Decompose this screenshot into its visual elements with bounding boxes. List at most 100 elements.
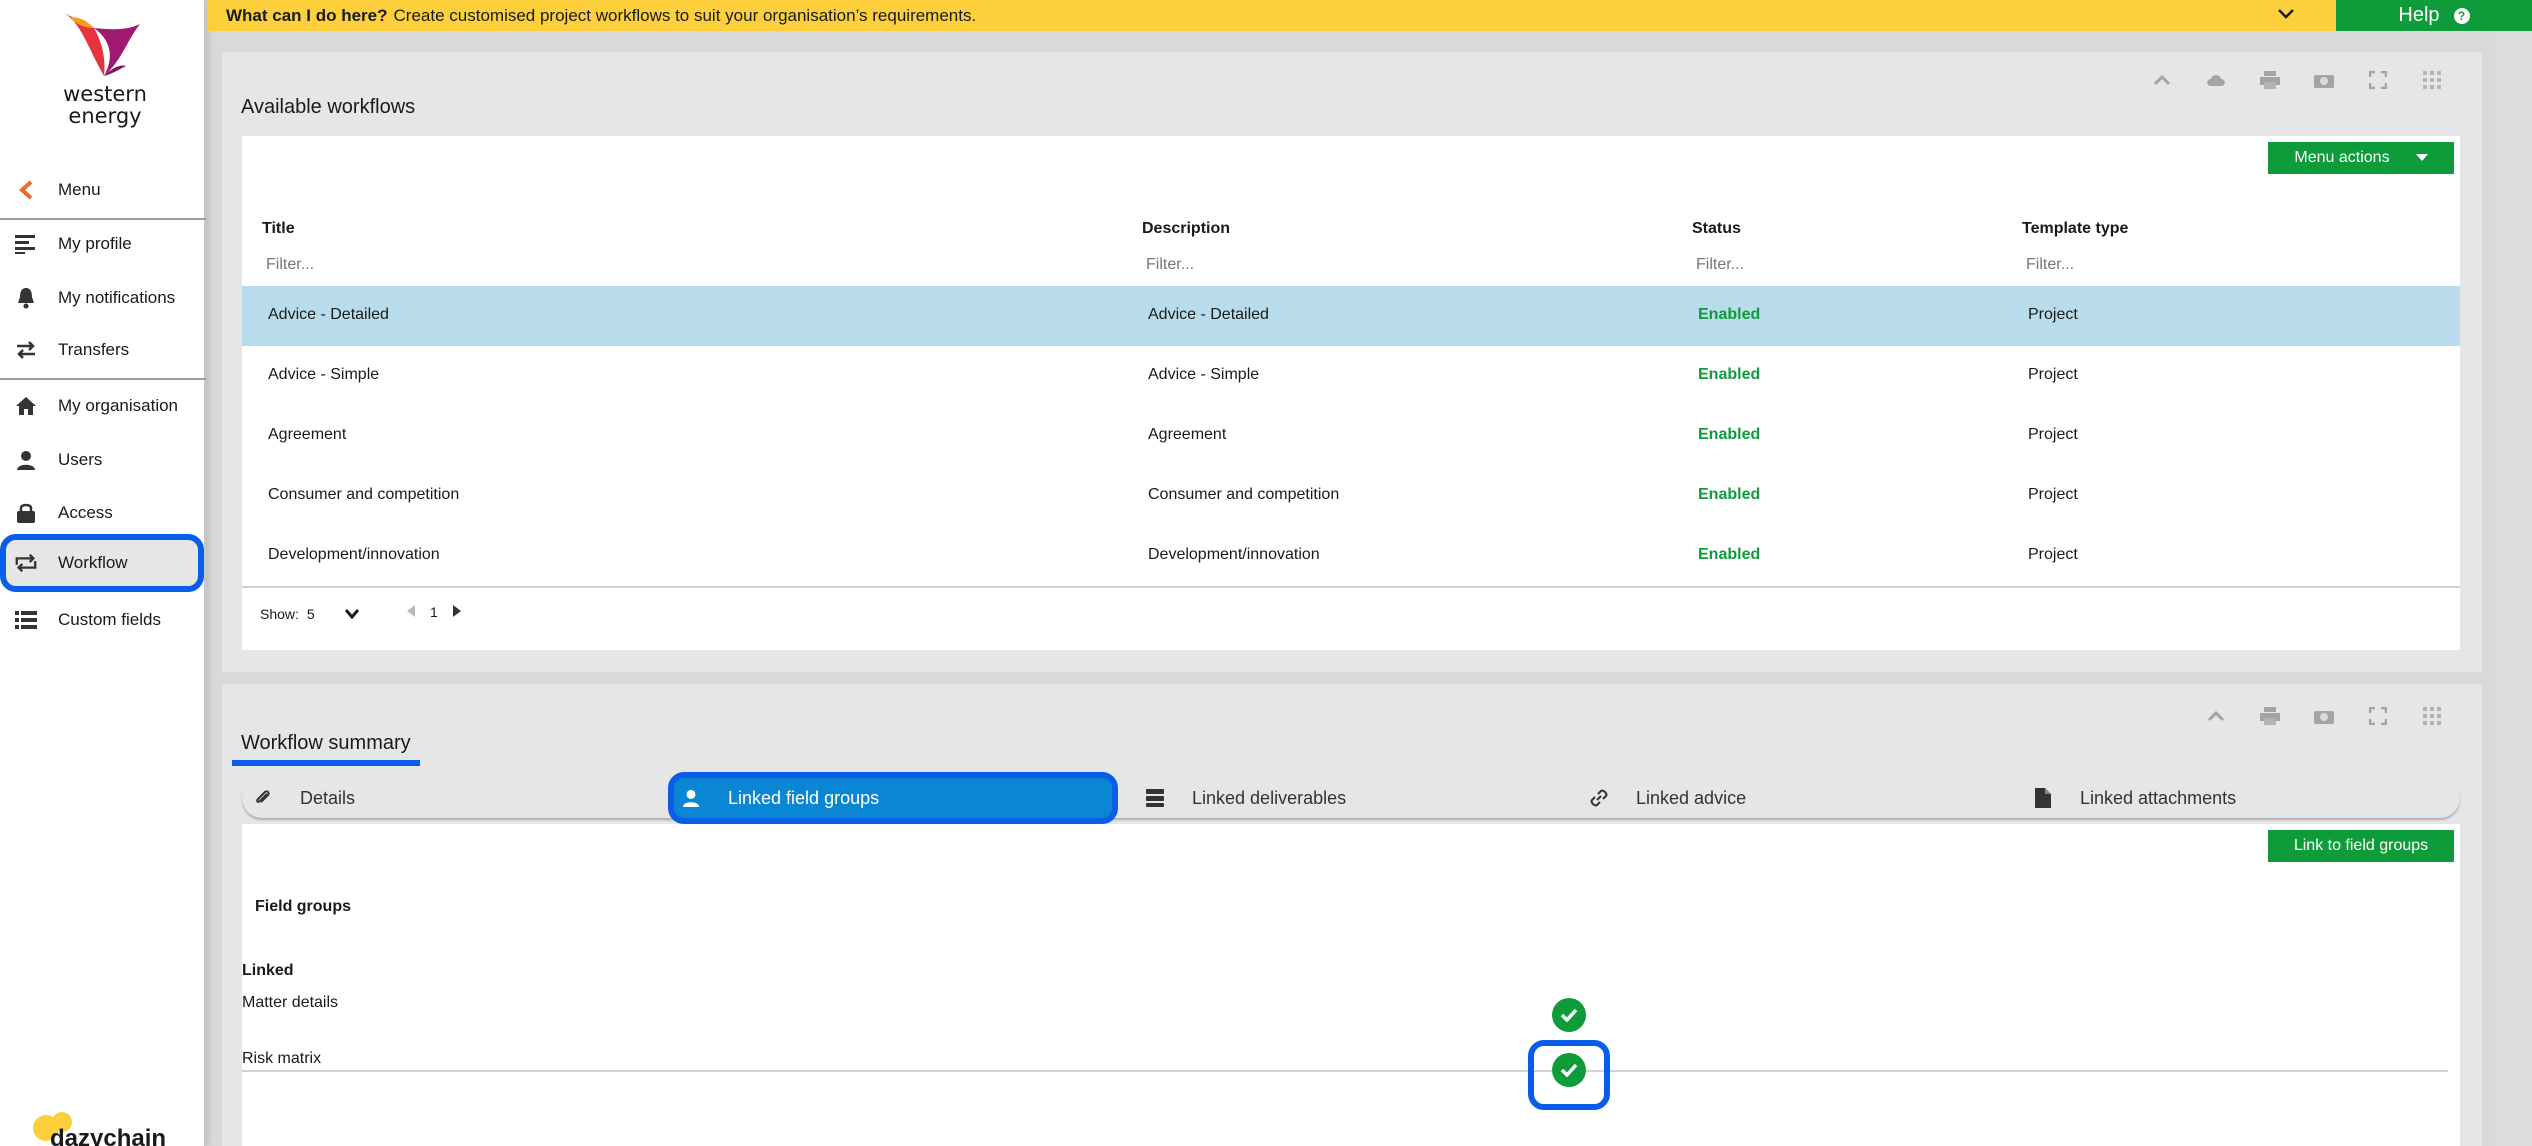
title-highlight-underline [232,760,420,766]
sidebar-item-workflow[interactable]: Workflow [0,534,204,592]
filter-title-input[interactable]: Filter... [266,256,314,274]
tab-linked-advice[interactable]: Linked advice [1588,778,1746,818]
tab-linked-field-groups[interactable]: Linked field groups [668,772,1118,824]
menu-actions-label: Menu actions [2294,149,2390,166]
workflow-summary-panel: Workflow summary Details Linked field gr… [222,684,2482,1146]
print-icon[interactable] [2260,70,2280,90]
sidebar-item-my-organisation[interactable]: My organisation [0,384,204,428]
pagination: 1 [406,604,462,620]
next-page-icon[interactable] [452,604,462,620]
field-group-name: Matter details [242,994,339,1011]
sidebar-item-label: Custom fields [58,610,161,629]
tab-label: Linked advice [1636,787,1747,808]
question-icon: ? [2453,7,2470,24]
panel-toolbar [2152,70,2442,90]
column-header-description[interactable]: Description [1142,220,1230,238]
link-button-label: Link to field groups [2293,837,2429,854]
table-row[interactable]: Development/innovation Development/innov… [242,526,2460,586]
tab-label: Linked attachments [2080,787,2237,808]
page-gutter [2496,31,2532,1146]
cell-title: Advice - Simple [268,366,380,383]
drag-handle-icon[interactable] [2422,70,2442,90]
tab-linked-attachments[interactable]: Linked attachments [2032,778,2236,818]
expand-icon[interactable] [2368,70,2388,90]
column-header-title[interactable]: Title [262,220,295,238]
sidebar-item-my-notifications[interactable]: My notifications [0,276,204,320]
sidebar-item-my-profile[interactable]: My profile [0,222,204,266]
panel-title: Workflow summary [241,732,411,754]
help-button[interactable]: Help ? [2336,0,2532,31]
cell-title: Consumer and competition [268,486,460,503]
sidebar-item-menu[interactable]: Menu [0,168,204,212]
chevron-down-icon[interactable] [2276,4,2296,29]
cell-status: Enabled [1698,546,1761,563]
table-row[interactable]: Advice - Simple Advice - Simple Enabled … [242,346,2460,406]
collapse-icon[interactable] [2152,70,2172,90]
sidebar-item-label: My profile [58,234,132,253]
paperclip-icon [252,787,274,809]
current-page[interactable]: 1 [430,604,438,620]
cell-title: Agreement [268,426,347,443]
western-energy-logo[interactable]: western energy [30,8,180,133]
drag-handle-icon[interactable] [2422,706,2442,726]
print-icon[interactable] [2260,706,2280,726]
dazychain-logo: dazychain [28,1108,168,1146]
filter-template-type-input[interactable]: Filter... [2026,256,2074,274]
sidebar-item-users[interactable]: Users [0,438,204,482]
table-row[interactable]: Agreement Agreement Enabled Project [242,406,2460,466]
page-size-selector[interactable]: Show: 5 [260,606,359,622]
cell-description: Consumer and competition [1148,486,1340,503]
logo-text-line2: energy [68,104,142,128]
nav-divider [0,378,206,380]
tab-linked-deliverables[interactable]: Linked deliverables [1144,778,1346,818]
prev-page-icon[interactable] [406,604,416,620]
banner-text: Create customised project workflows to s… [393,5,977,25]
collapse-icon[interactable] [2206,706,2226,726]
sidebar-item-label: Workflow [58,553,128,572]
cell-status: Enabled [1698,486,1761,503]
logo-text-line1: western [63,82,147,106]
list-icon [14,608,38,632]
link-to-field-groups-button[interactable]: Link to field groups [2268,830,2454,862]
linked-column-header: Linked [242,962,294,979]
expand-icon[interactable] [2368,706,2388,726]
menu-actions-button[interactable]: Menu actions [2268,142,2454,174]
tab-label: Linked deliverables [1192,787,1347,808]
sidebar-item-label: Users [58,450,103,469]
linked-check-icon[interactable] [1552,1053,1586,1087]
bell-icon [14,286,38,310]
server-icon [1144,787,1166,809]
sidebar: western energy Menu My profile My notifi… [0,0,206,1146]
filter-status-input[interactable]: Filter... [1696,256,1744,274]
lock-icon [14,501,38,525]
cell-description: Agreement [1148,426,1227,443]
sidebar-item-transfers[interactable]: Transfers [0,328,204,372]
workflows-table-container: Menu actions Title Description Status Te… [242,136,2460,650]
table-row[interactable]: Consumer and competition Consumer and co… [242,466,2460,526]
linked-check-icon[interactable] [1552,998,1586,1032]
camera-icon[interactable] [2314,706,2334,726]
home-icon [14,394,38,418]
row-divider [242,1070,2448,1072]
nav-divider [0,218,206,220]
tab-details[interactable]: Details [252,778,355,818]
cell-template-type: Project [2028,546,2078,563]
sidebar-item-label: Access [58,503,113,522]
show-label: Show: [260,606,299,622]
sidebar-item-label: Menu [58,180,101,199]
help-banner: What can I do here? Create customised pr… [208,0,2336,31]
transfer-arrows-icon [14,338,38,362]
cell-status: Enabled [1698,426,1761,443]
sidebar-item-access[interactable]: Access [0,491,204,535]
column-header-template-type[interactable]: Template type [2022,220,2128,238]
sidebar-item-label: Transfers [58,340,130,359]
table-row[interactable]: Advice - Detailed Advice - Detailed Enab… [242,286,2460,346]
field-group-name: Risk matrix [242,1050,322,1067]
column-header-status[interactable]: Status [1692,220,1741,238]
sidebar-item-custom-fields[interactable]: Custom fields [0,598,204,642]
cell-description: Development/innovation [1148,546,1320,563]
camera-icon[interactable] [2314,70,2334,90]
caret-down-icon [2415,149,2428,167]
filter-description-input[interactable]: Filter... [1146,256,1194,274]
upload-icon[interactable] [2206,70,2226,90]
